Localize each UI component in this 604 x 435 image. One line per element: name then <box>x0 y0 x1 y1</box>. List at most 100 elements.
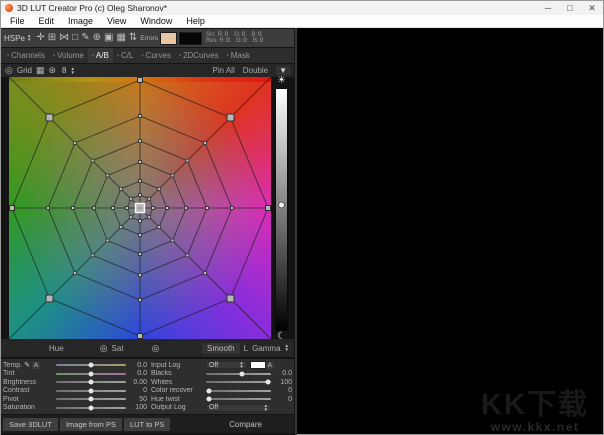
slider-track-temp[interactable] <box>56 364 126 366</box>
log-color-swatch[interactable] <box>250 361 266 369</box>
slider-handle[interactable] <box>88 397 93 402</box>
slider-track-color-recover[interactable] <box>206 390 271 392</box>
grid-mode-select[interactable]: Double <box>243 66 268 75</box>
grid-node[interactable] <box>93 207 96 210</box>
menu-item-help[interactable]: Help <box>179 16 212 26</box>
grid-node[interactable] <box>158 187 161 190</box>
grid-node[interactable] <box>139 220 142 223</box>
adjust-value[interactable]: 0 <box>129 387 147 394</box>
eyedropper-icon[interactable]: ✎ <box>81 30 89 46</box>
menu-item-view[interactable]: View <box>100 16 133 26</box>
tab-channels[interactable]: ▪Channels <box>3 48 49 63</box>
slider-handle[interactable] <box>206 397 211 402</box>
dropdown-spinner[interactable]: ▲▼ <box>239 361 243 369</box>
auto-button[interactable]: A <box>266 362 274 369</box>
grid-node[interactable] <box>139 234 142 237</box>
menu-item-window[interactable]: Window <box>133 16 179 26</box>
slider-track-saturation[interactable] <box>56 407 126 409</box>
dropdown-spinner[interactable]: ▲▼ <box>264 404 268 412</box>
chevron-down-icon[interactable]: ▼ <box>276 66 290 75</box>
grid-node-outer[interactable] <box>10 206 15 211</box>
slider-handle[interactable] <box>88 363 93 368</box>
grid-node[interactable] <box>152 207 155 210</box>
grid-node[interactable] <box>119 226 122 229</box>
tab-2dcurves[interactable]: ▪2DCurves <box>175 48 223 63</box>
grid-node[interactable] <box>91 254 94 257</box>
save-3dlut-button[interactable]: Save 3DLUT <box>3 418 58 431</box>
adjust-value[interactable]: 0 <box>274 387 292 394</box>
zoom-icon[interactable]: ⊕ <box>93 30 101 46</box>
slider-track-whites[interactable] <box>206 381 271 383</box>
smooth-button[interactable]: Smooth <box>202 343 240 354</box>
auto-button[interactable]: A <box>32 362 40 369</box>
minimize-button[interactable]: ─ <box>537 1 559 15</box>
grid-cells-icon[interactable]: ▦ <box>36 65 45 76</box>
slider-track-contrast[interactable] <box>56 390 126 392</box>
grid-node[interactable] <box>91 159 94 162</box>
sat-picker-icon[interactable]: ◎ <box>152 343 160 354</box>
grid-node[interactable] <box>139 115 142 118</box>
range-icon[interactable]: ⇅ <box>129 30 137 46</box>
grid-size-spinner[interactable]: ▲▼ <box>71 67 75 75</box>
grid-node[interactable] <box>185 207 188 210</box>
center-handle[interactable] <box>136 204 145 213</box>
result-color-swatch[interactable] <box>179 32 202 45</box>
collapse-icon[interactable]: ⋈ <box>59 30 69 46</box>
grid-node-outer[interactable] <box>266 206 271 211</box>
dropdown-output-log[interactable]: Off▲▼ <box>206 404 271 412</box>
grid-node[interactable] <box>73 141 76 144</box>
adjust-value[interactable]: 100 <box>274 379 292 386</box>
grid-node[interactable] <box>171 239 174 242</box>
adjust-value[interactable]: 0.0 <box>129 362 147 369</box>
slider-handle[interactable] <box>88 405 93 410</box>
grid-node[interactable] <box>139 274 142 277</box>
grid-node[interactable] <box>158 226 161 229</box>
adjust-value[interactable]: 0.00 <box>129 379 147 386</box>
slider-track-brightness[interactable] <box>56 381 126 383</box>
grid-node[interactable] <box>186 159 189 162</box>
grid-node[interactable] <box>139 194 142 197</box>
grid-node-outer[interactable] <box>138 78 143 83</box>
hue-picker-icon[interactable]: ◎ <box>100 343 108 354</box>
image-from-ps-button[interactable]: Image from PS <box>60 418 122 431</box>
grid-node-outer[interactable] <box>138 334 143 339</box>
grid-node[interactable] <box>186 254 189 257</box>
tab-c-l[interactable]: ▪C/L <box>113 48 138 63</box>
pin-all-button[interactable]: Pin All <box>212 66 234 75</box>
compare-button[interactable]: Compare <box>229 420 262 429</box>
menu-item-file[interactable]: File <box>3 16 32 26</box>
adjust-value[interactable]: 50 <box>129 396 147 403</box>
slider-track-tint[interactable] <box>56 373 126 375</box>
grid-node[interactable] <box>171 174 174 177</box>
gamma-spinner[interactable]: ▲▼ <box>285 344 289 352</box>
tab-curves[interactable]: ▪Curves <box>137 48 174 63</box>
grid-node[interactable] <box>112 207 115 210</box>
dropdown-input-log[interactable]: Off▲▼ <box>206 361 247 369</box>
adjust-value[interactable]: 100 <box>129 404 147 411</box>
grid-size-value[interactable]: 8 <box>62 66 66 75</box>
grid-node[interactable] <box>166 207 169 210</box>
slider-handle[interactable] <box>88 380 93 385</box>
grid-node[interactable] <box>126 207 129 210</box>
grid-node[interactable] <box>206 207 209 210</box>
adjust-value[interactable]: 0.0 <box>129 370 147 377</box>
adjust-value[interactable]: 0.0 <box>274 370 292 377</box>
transform-icon[interactable]: ⊞ <box>48 30 56 46</box>
gamma-label[interactable]: Gamma <box>252 344 280 353</box>
grid-node[interactable] <box>231 207 234 210</box>
grid-icon[interactable]: ▦ <box>116 30 125 46</box>
grid-node[interactable] <box>139 161 142 164</box>
tab-volume[interactable]: ▪Volume <box>49 48 88 63</box>
move-icon[interactable]: ✛ <box>36 30 44 46</box>
grid-node[interactable] <box>72 207 75 210</box>
color-mode-select[interactable]: HSPe ▲▼ <box>4 34 31 43</box>
marquee-icon[interactable]: □ <box>72 30 78 46</box>
grid-node[interactable] <box>139 299 142 302</box>
grid-node[interactable] <box>148 197 151 200</box>
grid-node[interactable] <box>139 180 142 183</box>
grid-node[interactable] <box>47 207 50 210</box>
grid-node[interactable] <box>204 272 207 275</box>
slider-handle[interactable] <box>88 388 93 393</box>
menu-item-edit[interactable]: Edit <box>32 16 62 26</box>
slider-handle[interactable] <box>239 371 244 376</box>
